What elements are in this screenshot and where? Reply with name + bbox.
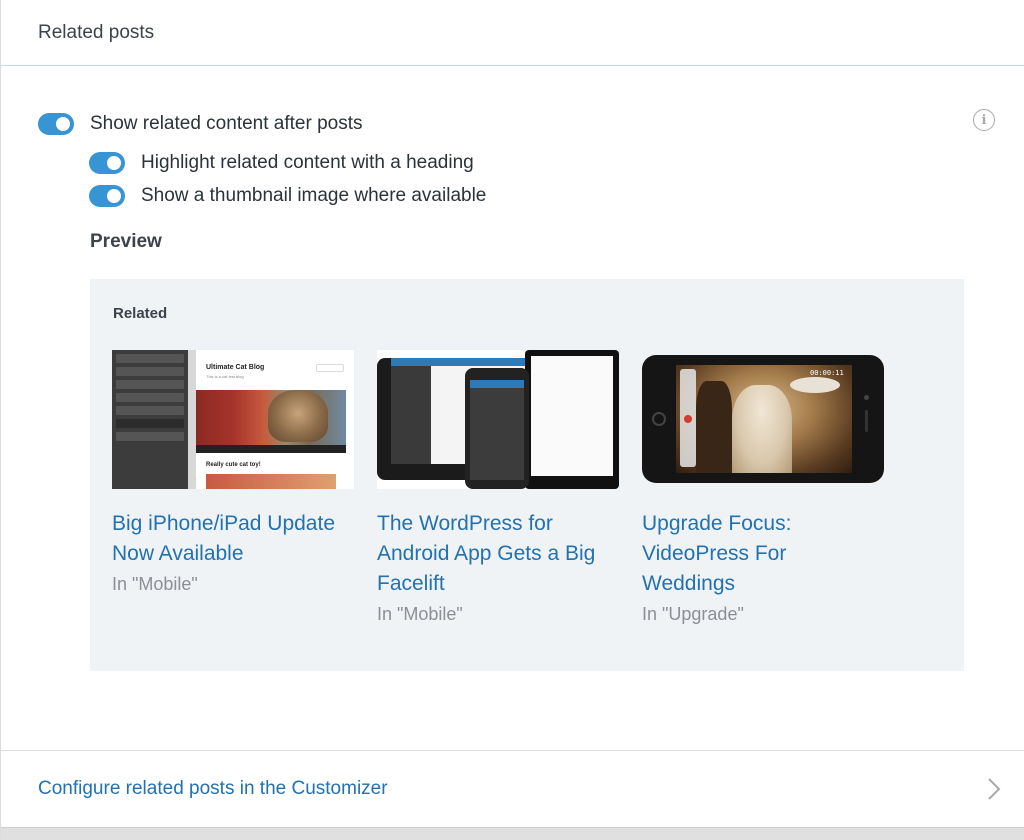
cat-image xyxy=(268,390,328,442)
highlight-heading-toggle[interactable] xyxy=(89,152,125,174)
related-posts-card: Related posts Show related content after… xyxy=(0,0,1024,840)
android-phone-image xyxy=(465,368,529,489)
post-category: In "Mobile" xyxy=(377,604,463,624)
show-thumbnail-toggle[interactable] xyxy=(89,185,125,207)
show-thumbnail-label: Show a thumbnail image where available xyxy=(141,185,487,206)
card-title: Related posts xyxy=(38,21,155,43)
related-post-2: The WordPress for Android App Gets a Big… xyxy=(377,350,619,629)
post-thumbnail[interactable]: Ultimate Cat Blog This is a cat test blo… xyxy=(112,350,354,489)
post-thumbnail[interactable] xyxy=(377,350,619,489)
page-bottom-edge xyxy=(1,827,1024,840)
card-header: Related posts xyxy=(1,0,1024,66)
post-category: In "Mobile" xyxy=(112,574,198,594)
iphone-video-image: 00:00:11 xyxy=(642,355,884,483)
chevron-right-icon xyxy=(988,778,1001,800)
highlight-heading-label: Highlight related content with a heading xyxy=(141,152,474,173)
android-tablet-image xyxy=(525,350,619,489)
preview-title: Preview xyxy=(90,231,162,252)
post-thumbnail[interactable]: 00:00:11 xyxy=(642,350,884,489)
show-related-label: Show related content after posts xyxy=(90,113,363,134)
wp-admin-sidebar-image xyxy=(112,350,188,489)
related-heading: Related xyxy=(113,305,168,322)
info-icon[interactable]: i xyxy=(973,109,995,131)
post-category: In "Upgrade" xyxy=(642,604,744,624)
customizer-link-row[interactable]: Configure related posts in the Customize… xyxy=(1,750,1024,827)
blog-preview-image: Ultimate Cat Blog This is a cat test blo… xyxy=(196,350,354,489)
record-icon xyxy=(684,415,692,423)
related-post-1: Ultimate Cat Blog This is a cat test blo… xyxy=(112,350,354,599)
post-title-link[interactable]: Upgrade Focus: VideoPress For Weddings xyxy=(642,509,884,599)
customizer-link[interactable]: Configure related posts in the Customize… xyxy=(38,778,388,800)
settings-body: Show related content after posts Highlig… xyxy=(1,67,1024,750)
preview-box: Related Ultimate Cat Blog This is a cat … xyxy=(90,279,964,671)
post-title-link[interactable]: The WordPress for Android App Gets a Big… xyxy=(377,509,619,599)
post-title-link[interactable]: Big iPhone/iPad Update Now Available xyxy=(112,509,354,569)
show-related-toggle[interactable] xyxy=(38,113,74,135)
related-post-3: 00:00:11 Upgrade Focus: VideoPress For W… xyxy=(642,350,884,629)
